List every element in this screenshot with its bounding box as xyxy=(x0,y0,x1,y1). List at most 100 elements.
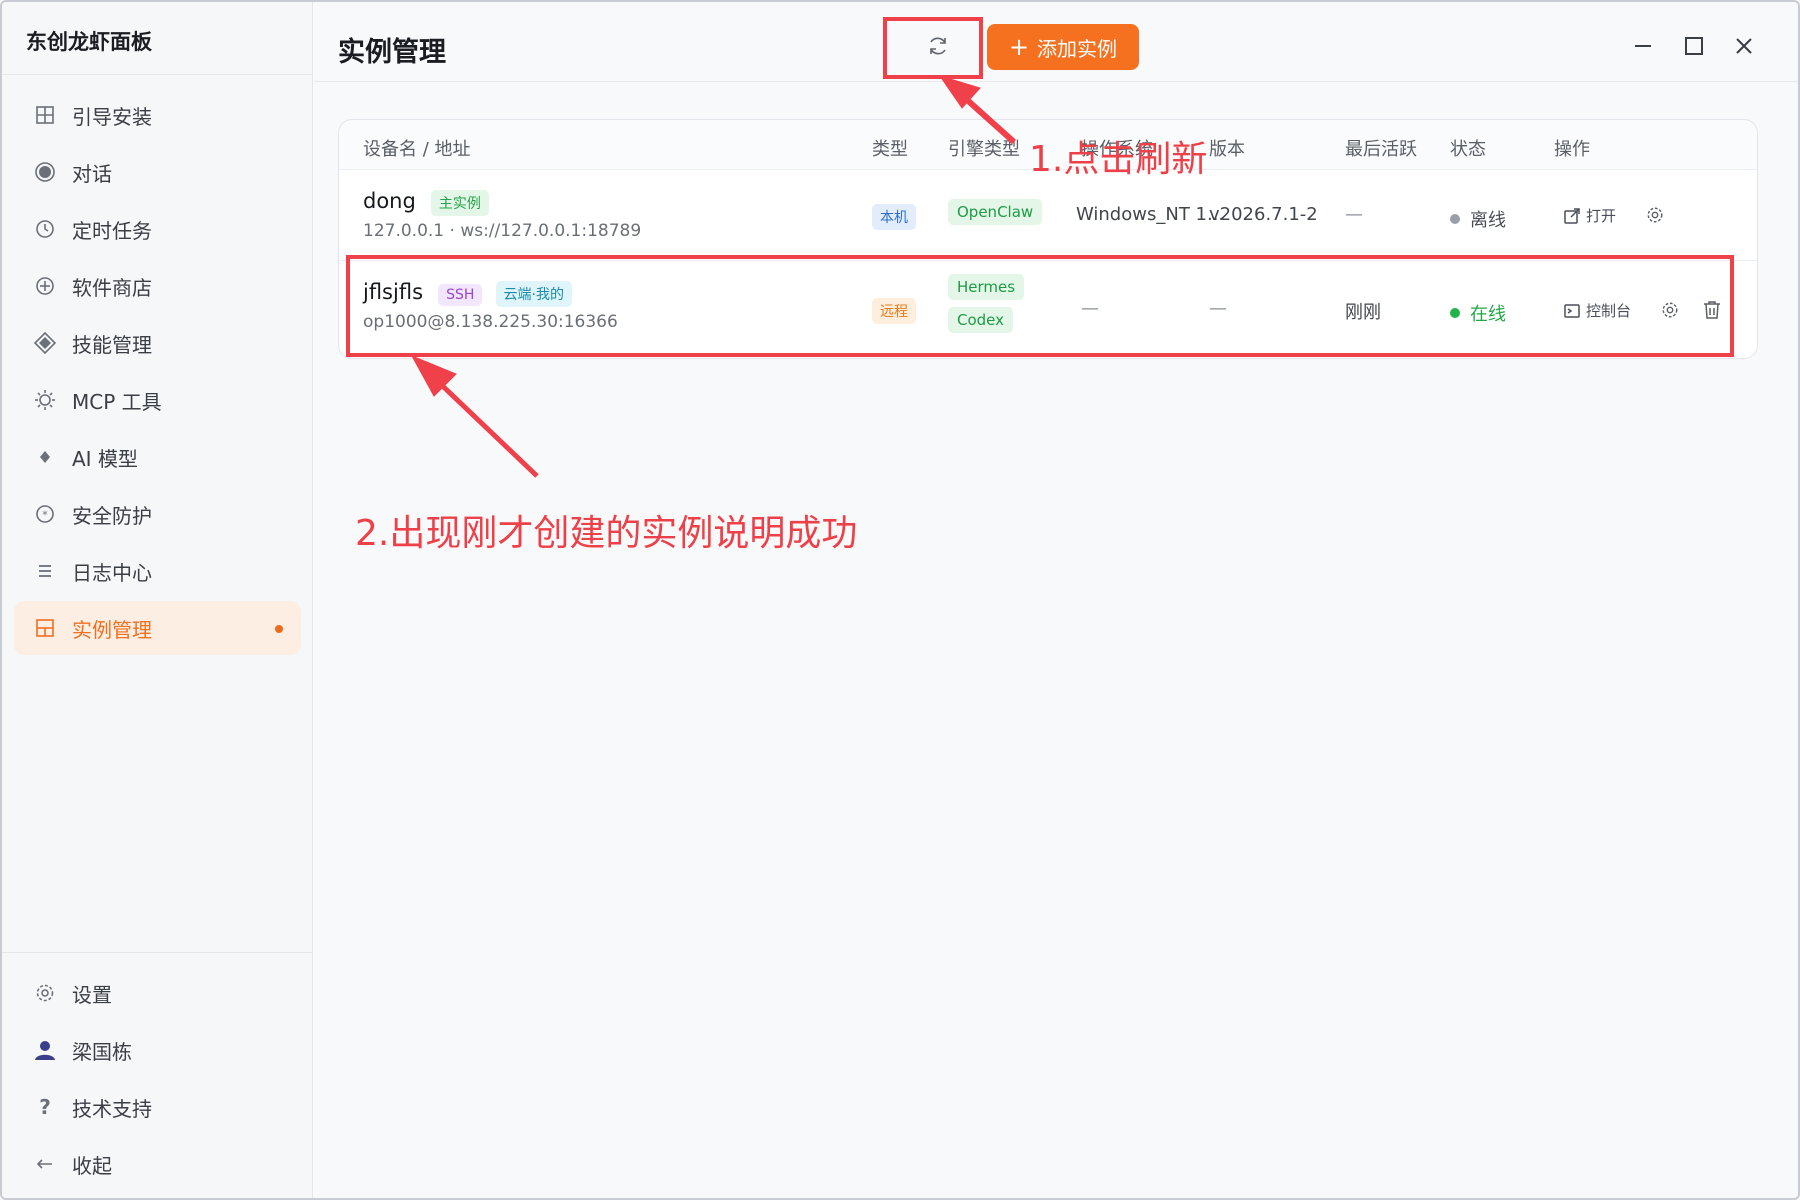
type-badge: 本机 xyxy=(872,204,916,230)
store-icon xyxy=(32,273,58,299)
sidebar-item-label: 设置 xyxy=(72,982,112,1007)
engine-badge: Codex xyxy=(948,307,1014,333)
plus-icon: + xyxy=(1008,33,1030,61)
status-dot xyxy=(1450,214,1460,224)
sidebar-item-logs[interactable]: 日志中心 xyxy=(14,544,301,598)
terminal-icon xyxy=(1564,303,1580,318)
console-label: 控制台 xyxy=(1586,302,1632,320)
sidebar-item-label: 技能管理 xyxy=(72,332,152,357)
sidebar-item-chat[interactable]: 对话 xyxy=(14,145,301,199)
device-name: jflsjfls xyxy=(363,280,424,304)
sidebar-item-ai-model[interactable]: AI 模型 xyxy=(14,430,301,484)
annotation-step1: 1.点击刷新 xyxy=(1029,139,1208,180)
column-header: 类型 xyxy=(872,139,908,160)
settings-button[interactable] xyxy=(1646,206,1664,224)
status-text: 在线 xyxy=(1470,304,1506,325)
gear-icon xyxy=(32,980,58,1006)
status-badge: 在线 xyxy=(1450,300,1506,326)
sidebar-item-label: 实例管理 xyxy=(72,617,152,642)
shield-icon: * xyxy=(32,501,58,527)
device-cell: jflsjfls SSH 云端·我的 xyxy=(363,280,572,307)
open-button[interactable]: 打开 xyxy=(1563,205,1616,226)
version-value: — xyxy=(1209,298,1227,319)
engine-badge: OpenClaw xyxy=(948,199,1043,225)
sidebar-item-skills[interactable]: 技能管理 xyxy=(14,316,301,370)
last-active-value: — xyxy=(1345,204,1363,225)
sidebar-item-label: 安全防护 xyxy=(72,503,152,528)
sidebar-item-schedule[interactable]: 定时任务 xyxy=(14,202,301,256)
sidebar-item-mcp[interactable]: MCP 工具 xyxy=(14,373,301,427)
delete-button[interactable] xyxy=(1703,300,1721,320)
sidebar-divider xyxy=(2,952,313,953)
status-text: 离线 xyxy=(1470,210,1506,231)
sidebar-item-collapse[interactable]: 收起 xyxy=(14,1137,301,1191)
refresh-icon xyxy=(930,37,946,55)
column-header: 设备名 / 地址 xyxy=(363,139,471,160)
svg-text:*: * xyxy=(42,509,48,522)
add-instance-button[interactable]: + 添加实例 xyxy=(987,24,1139,70)
last-active-value: 刚刚 xyxy=(1345,302,1381,323)
external-link-icon xyxy=(1564,207,1580,224)
sidebar-nav: 引导安装 对话 定时任务 软件商店 技能管理 MCP 工具 AI 模型 * 安全… xyxy=(14,88,301,658)
sidebar-item-store[interactable]: 软件商店 xyxy=(14,259,301,313)
column-header: 状态 xyxy=(1450,139,1486,160)
close-button[interactable] xyxy=(1726,28,1762,64)
os-value: — xyxy=(1081,298,1099,319)
sidebar-item-label: 梁国栋 xyxy=(72,1039,132,1064)
device-address: 127.0.0.1 · ws://127.0.0.1:18789 xyxy=(363,221,642,241)
cloud-badge: 云端·我的 xyxy=(495,281,572,307)
sidebar-item-label: 软件商店 xyxy=(72,275,152,300)
sidebar-item-label: 定时任务 xyxy=(72,218,152,243)
page-title: 实例管理 xyxy=(338,37,446,68)
sidebar-item-support[interactable]: ? 技术支持 xyxy=(14,1080,301,1134)
clock-icon xyxy=(32,216,58,242)
close-icon xyxy=(1736,38,1752,54)
device-address: op1000@8.138.225.30:16366 xyxy=(363,312,618,332)
sidebar-item-label: MCP 工具 xyxy=(72,389,162,414)
device-name: dong xyxy=(363,189,416,213)
status-dot xyxy=(1450,308,1460,318)
sidebar-item-label: 日志中心 xyxy=(72,560,152,585)
maximize-button[interactable] xyxy=(1676,28,1712,64)
main-instance-badge: 主实例 xyxy=(430,190,489,216)
column-header: 版本 xyxy=(1209,139,1245,160)
table-row[interactable]: dong 主实例 127.0.0.1 · ws://127.0.0.1:1878… xyxy=(339,171,1757,261)
sidebar-item-label: 技术支持 xyxy=(72,1096,152,1121)
instance-icon xyxy=(32,615,58,641)
minimize-button[interactable] xyxy=(1625,28,1661,64)
table-row[interactable]: jflsjfls SSH 云端·我的 op1000@8.138.225.30:1… xyxy=(339,262,1757,358)
device-cell: dong 主实例 xyxy=(363,189,489,216)
sun-icon xyxy=(32,387,58,413)
list-icon xyxy=(32,558,58,584)
sidebar-item-user[interactable]: 梁国栋 xyxy=(14,1023,301,1077)
settings-button[interactable] xyxy=(1661,301,1679,319)
column-header: 操作 xyxy=(1554,139,1590,160)
brand-title: 东创龙虾面板 xyxy=(2,2,312,75)
gear-icon xyxy=(1662,302,1678,318)
sidebar-bottom-nav: 设置 梁国栋 ? 技术支持 收起 xyxy=(14,966,301,1194)
open-label: 打开 xyxy=(1586,207,1617,225)
gear-icon xyxy=(1647,207,1663,223)
sidebar-item-label: 对话 xyxy=(72,161,112,186)
sidebar-item-instances[interactable]: 实例管理 xyxy=(14,601,301,655)
refresh-button[interactable] xyxy=(922,30,954,62)
add-instance-label: 添加实例 xyxy=(1037,36,1118,61)
maximize-icon xyxy=(1685,37,1703,55)
column-header: 最后活跃 xyxy=(1345,139,1417,160)
console-button[interactable]: 控制台 xyxy=(1563,300,1631,321)
sidebar-item-guide[interactable]: 引导安装 xyxy=(14,88,301,142)
version-value: v2026.7.1-2 xyxy=(1209,204,1318,225)
sidebar-item-settings[interactable]: 设置 xyxy=(14,966,301,1020)
arrow-left-icon xyxy=(32,1151,58,1177)
question-icon: ? xyxy=(39,1095,51,1119)
sidebar: 东创龙虾面板 引导安装 对话 定时任务 软件商店 技能管理 MCP 工具 AI … xyxy=(2,2,313,1198)
column-header: 引擎类型 xyxy=(948,139,1020,160)
sidebar-item-label: AI 模型 xyxy=(72,446,138,471)
sidebar-item-label: 收起 xyxy=(72,1153,112,1178)
annotation-step2: 2.出现刚才创建的实例说明成功 xyxy=(355,513,858,554)
sidebar-item-security[interactable]: * 安全防护 xyxy=(14,487,301,541)
os-value: Windows_NT 1... xyxy=(1076,204,1225,225)
topbar: 实例管理 + 添加实例 xyxy=(314,2,1798,82)
active-dot xyxy=(275,625,283,633)
minimize-icon xyxy=(1635,45,1651,47)
